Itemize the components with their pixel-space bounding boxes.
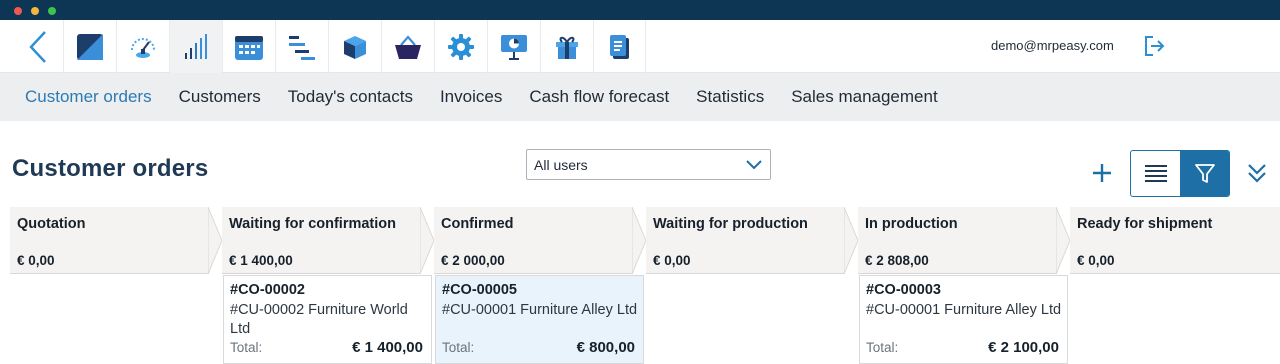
order-id: #CO-00005 bbox=[442, 282, 517, 298]
expand-filters-button[interactable] bbox=[1243, 159, 1271, 187]
close-window-dot[interactable] bbox=[14, 7, 22, 15]
top-navigation: demo@mrpeasy.com bbox=[0, 20, 1280, 73]
stage-name: Waiting for production bbox=[653, 216, 808, 232]
order-id: #CO-00003 bbox=[866, 282, 941, 298]
page-header: Customer orders All users bbox=[0, 121, 1280, 207]
maximize-window-dot[interactable] bbox=[48, 7, 56, 15]
speedometer-icon bbox=[131, 37, 155, 58]
stage-total: € 0,00 bbox=[17, 253, 55, 268]
module-documents[interactable] bbox=[593, 20, 646, 73]
module-bar bbox=[63, 20, 646, 73]
user-filter-select[interactable]: All users bbox=[526, 149, 771, 180]
calendar-icon bbox=[235, 35, 263, 60]
stage-name: In production bbox=[865, 216, 958, 232]
order-card[interactable]: #CO-00005 #CU-00001 Furniture Alley Ltd To… bbox=[435, 275, 644, 364]
stage-name: Waiting for confirmation bbox=[229, 216, 397, 232]
stage-name: Quotation bbox=[17, 216, 86, 232]
gear-icon bbox=[448, 33, 474, 60]
order-customer: #CU-00001 Furniture Alley Ltd bbox=[442, 302, 638, 318]
page-title: Customer orders bbox=[12, 155, 209, 182]
order-total: € 2 100,00 bbox=[988, 339, 1059, 356]
stage-header: Waiting for production € 0,00 bbox=[646, 207, 845, 274]
tab-customers[interactable]: Customers bbox=[179, 87, 261, 107]
add-order-button[interactable] bbox=[1088, 159, 1116, 187]
module-gifts[interactable] bbox=[540, 20, 593, 73]
order-card[interactable]: #CO-00002 #CU-00002 Furniture World Ltd To… bbox=[223, 275, 432, 364]
tab-todays-contacts[interactable]: Today's contacts bbox=[288, 87, 413, 107]
back-button[interactable] bbox=[14, 20, 62, 73]
documents-icon bbox=[609, 34, 629, 59]
stage-header: In production € 2 808,00 bbox=[858, 207, 1057, 274]
user-email: demo@mrpeasy.com bbox=[991, 38, 1114, 53]
logout-button[interactable] bbox=[1140, 32, 1168, 60]
module-statistics[interactable] bbox=[169, 20, 222, 73]
chevron-left-icon bbox=[29, 30, 46, 63]
order-id: #CO-00002 bbox=[230, 282, 305, 298]
module-planning[interactable] bbox=[275, 20, 328, 73]
plus-icon bbox=[1093, 164, 1111, 182]
stage-header: Waiting for confirmation € 1 400,00 bbox=[222, 207, 421, 274]
filter-view-button[interactable] bbox=[1180, 151, 1229, 196]
tab-customer-orders[interactable]: Customer orders bbox=[25, 87, 152, 107]
tab-invoices[interactable]: Invoices bbox=[440, 87, 502, 107]
module-speedometer[interactable] bbox=[116, 20, 169, 73]
stage-header: Quotation € 0,00 bbox=[10, 207, 209, 274]
user-filter-value: All users bbox=[534, 157, 588, 173]
list-icon bbox=[1144, 164, 1167, 182]
minimize-window-dot[interactable] bbox=[31, 7, 39, 15]
stage-total: € 1 400,00 bbox=[229, 253, 293, 268]
order-customer: #CU-00002 Furniture World Ltd bbox=[230, 302, 408, 337]
basket-icon bbox=[395, 34, 421, 59]
double-chevron-down-icon bbox=[1248, 164, 1266, 183]
stage-total: € 2 808,00 bbox=[865, 253, 929, 268]
order-total: € 1 400,00 bbox=[352, 339, 423, 356]
stage-header: Confirmed € 2 000,00 bbox=[434, 207, 633, 274]
stage-name: Confirmed bbox=[441, 216, 514, 232]
stage-header: Ready for shipment € 0,00 bbox=[1070, 207, 1280, 274]
stage-total: € 2 000,00 bbox=[441, 253, 505, 268]
stage-name: Ready for shipment bbox=[1077, 216, 1213, 232]
order-card[interactable]: #CO-00003 #CU-00001 Furniture Alley Ltd To… bbox=[859, 275, 1068, 364]
tab-cash-flow-forecast[interactable]: Cash flow forecast bbox=[529, 87, 669, 107]
module-purchasing[interactable] bbox=[381, 20, 434, 73]
funnel-icon bbox=[1194, 163, 1215, 183]
view-toggle bbox=[1130, 150, 1230, 197]
tab-sales-management[interactable]: Sales management bbox=[791, 87, 937, 107]
dashboard-tile-icon bbox=[77, 33, 103, 60]
module-dashboard[interactable] bbox=[63, 20, 116, 73]
order-total-label: Total: bbox=[230, 340, 263, 355]
section-tabs: Customer orders Customers Today's contac… bbox=[0, 73, 1280, 121]
presentation-icon bbox=[501, 34, 527, 60]
list-view-button[interactable] bbox=[1131, 151, 1180, 196]
window-title-bar bbox=[0, 0, 1280, 20]
tab-statistics[interactable]: Statistics bbox=[696, 87, 764, 107]
order-total: € 800,00 bbox=[576, 339, 635, 356]
order-total-label: Total: bbox=[442, 340, 475, 355]
signal-bars-icon bbox=[185, 33, 207, 59]
module-inventory[interactable] bbox=[328, 20, 381, 73]
logout-icon bbox=[1145, 36, 1165, 56]
gantt-icon bbox=[289, 35, 315, 60]
gift-icon bbox=[556, 36, 578, 59]
module-reports[interactable] bbox=[487, 20, 540, 73]
stage-total: € 0,00 bbox=[1077, 253, 1115, 268]
kanban-board: Quotation € 0,00 Waiting for confirmation €… bbox=[10, 207, 1280, 364]
module-calendar[interactable] bbox=[222, 20, 275, 73]
order-customer: #CU-00001 Furniture Alley Ltd bbox=[866, 302, 1062, 318]
stage-total: € 0,00 bbox=[653, 253, 691, 268]
chevron-down-icon bbox=[746, 160, 762, 170]
box-icon bbox=[344, 35, 366, 59]
order-total-label: Total: bbox=[866, 340, 899, 355]
module-settings[interactable] bbox=[434, 20, 487, 73]
